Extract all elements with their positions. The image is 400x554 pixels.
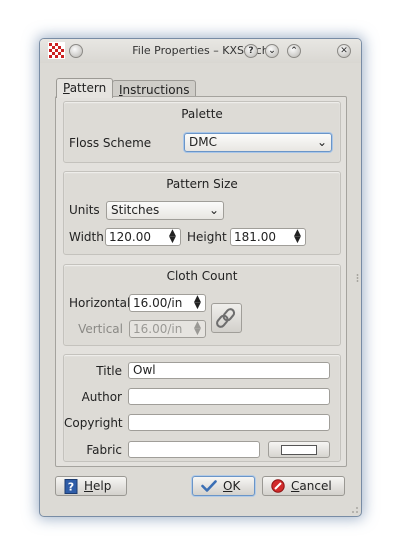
close-button[interactable]: ✕	[337, 44, 351, 58]
pattern-size-group: Pattern Size Units Stitches ⌄ Width 120.…	[63, 171, 341, 255]
spin-arrows-icon[interactable]: ▲ ▼	[193, 295, 202, 311]
pattern-size-group-title: Pattern Size	[166, 177, 238, 191]
fabric-label: Fabric	[86, 443, 122, 457]
svg-text:?: ?	[68, 480, 74, 493]
width-spinbox[interactable]: 120.00 ▲ ▼	[105, 228, 181, 246]
copyright-label: Copyright	[64, 416, 123, 430]
floss-scheme-label: Floss Scheme	[69, 136, 152, 150]
spin-arrows-icon[interactable]: ▲ ▼	[293, 229, 302, 245]
maximize-button[interactable]: ⌃	[287, 44, 301, 58]
checkmark-icon	[201, 480, 217, 492]
chevron-down-icon: ⌄	[208, 203, 219, 217]
units-label: Units	[69, 203, 100, 217]
pattern-tab-pane: Palette Floss Scheme DMC ⌄ Pattern Size …	[55, 96, 347, 467]
spin-arrows-icon: ▲ ▼	[194, 320, 201, 337]
link-ratio-button[interactable]	[211, 303, 242, 333]
vertical-count-spinbox: 16.00/in ▲ ▼	[129, 320, 206, 338]
resize-edge-dots[interactable]	[356, 273, 359, 283]
palette-group-title: Palette	[181, 107, 223, 121]
fabric-color-button[interactable]	[268, 441, 330, 458]
title-label: Title	[96, 364, 122, 378]
units-combo[interactable]: Stitches ⌄	[106, 201, 224, 220]
window-title: File Properties – KXStitch	[132, 44, 269, 57]
fabric-field[interactable]	[128, 441, 260, 458]
properties-group: Title Owl Author Copyright Fabric	[63, 354, 341, 462]
context-help-button[interactable]: ?	[244, 44, 258, 58]
help-book-icon: ?	[64, 478, 78, 494]
author-field[interactable]	[128, 388, 330, 405]
resize-grip-icon[interactable]	[351, 506, 359, 514]
palette-group: Palette Floss Scheme DMC ⌄	[63, 101, 341, 163]
spin-arrows-icon[interactable]: ▲ ▼	[168, 229, 177, 245]
title-field[interactable]: Owl	[128, 362, 330, 379]
title-bar[interactable]: File Properties – KXStitch ? ⌄ ⌃ ✕	[40, 39, 361, 63]
help-button[interactable]: ? Help	[55, 476, 127, 496]
ok-button[interactable]: OK	[192, 476, 255, 496]
floss-scheme-combo[interactable]: DMC ⌄	[184, 133, 332, 152]
fabric-color-swatch	[281, 445, 317, 455]
width-label: Width	[69, 230, 104, 244]
horizontal-count-spinbox[interactable]: 16.00/in ▲ ▼	[129, 294, 206, 312]
minimize-button[interactable]: ⌄	[265, 44, 279, 58]
tab-pattern[interactable]: Pattern	[56, 78, 114, 98]
chevron-down-icon: ⌄	[316, 135, 327, 149]
author-label: Author	[81, 390, 122, 404]
file-properties-dialog: File Properties – KXStitch ? ⌄ ⌃ ✕ Patte…	[40, 39, 361, 516]
cancel-button[interactable]: Cancel	[262, 476, 345, 496]
cloth-count-group: Cloth Count Horizontal 16.00/in ▲ ▼ Verti…	[63, 264, 341, 346]
chain-link-icon	[216, 308, 236, 328]
cancel-icon	[271, 479, 285, 493]
horizontal-label: Horizontal	[69, 296, 131, 310]
height-label: Height	[187, 230, 227, 244]
copyright-field[interactable]	[128, 414, 330, 431]
tab-instructions[interactable]: Instructions	[112, 80, 197, 97]
vertical-label: Vertical	[78, 322, 123, 336]
height-spinbox[interactable]: 181.00 ▲ ▼	[230, 228, 306, 246]
cloth-count-group-title: Cloth Count	[166, 269, 238, 283]
